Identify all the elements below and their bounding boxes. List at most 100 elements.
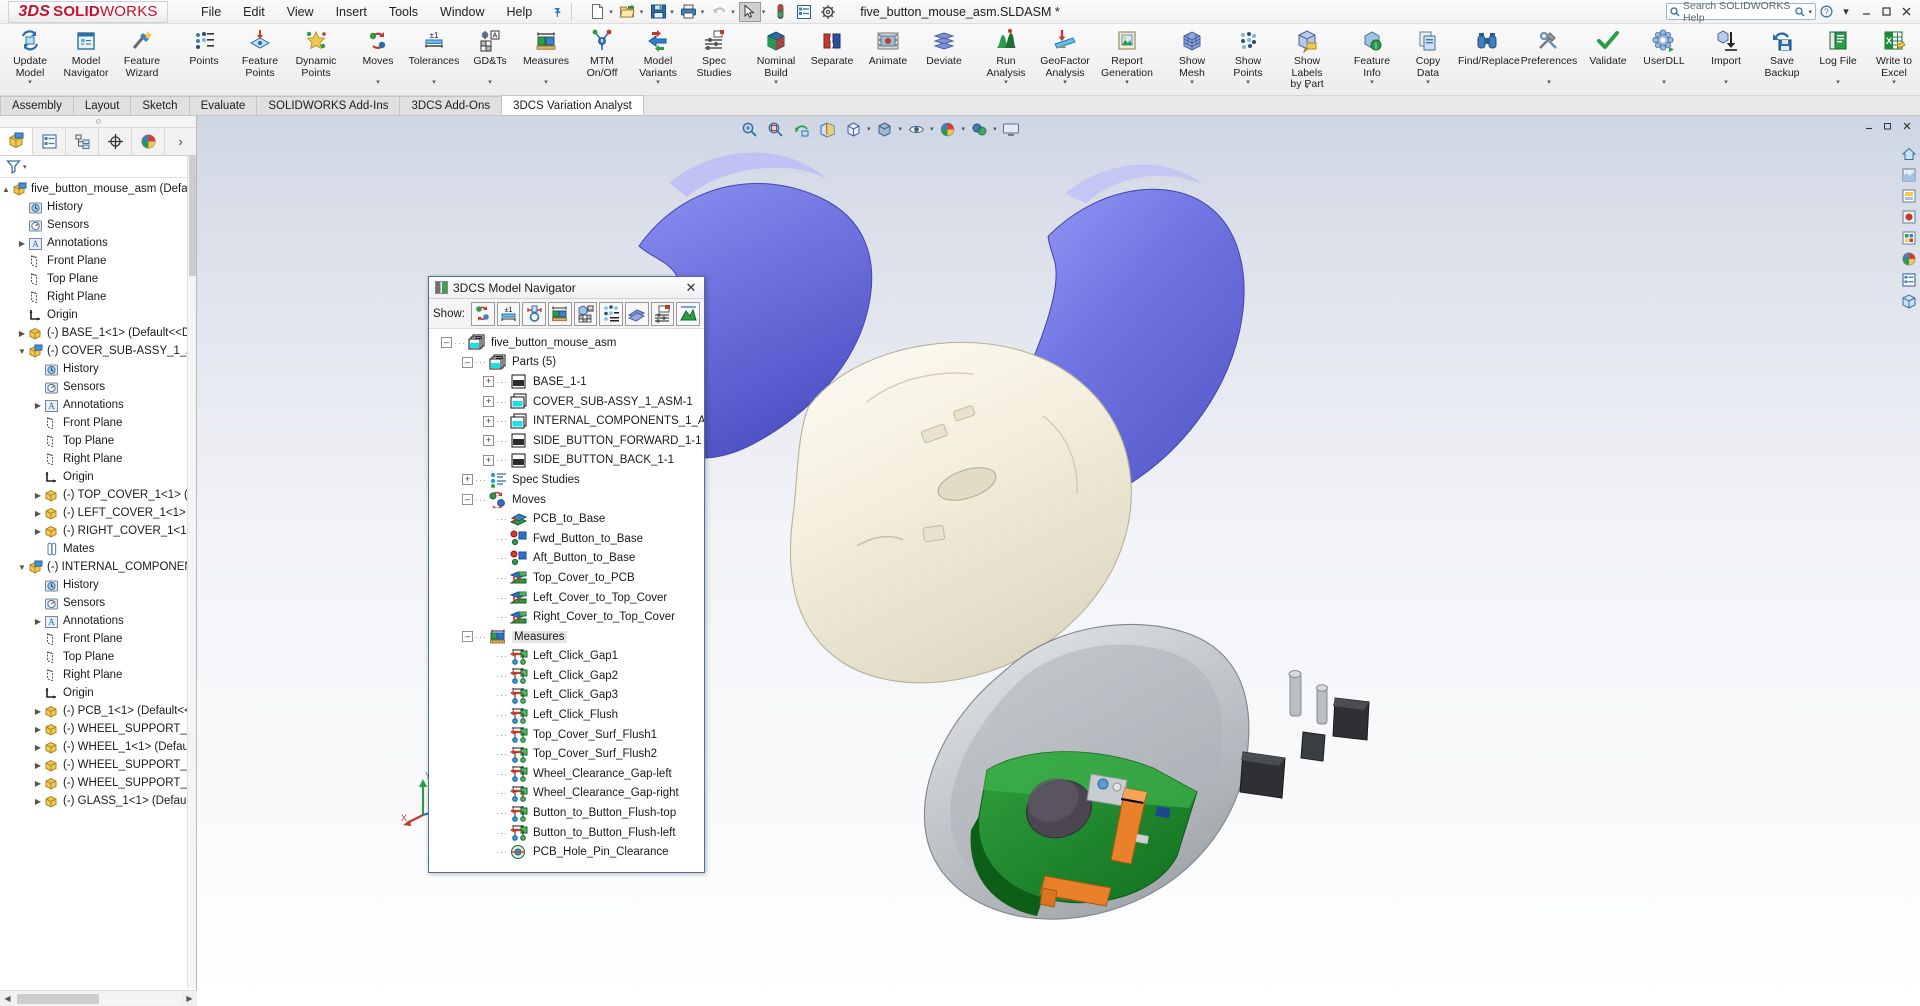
write-to-excel-button[interactable]: X Write to Excel ▾ [1866,24,1920,86]
options-list-button[interactable] [793,2,815,22]
tree-expander-right[interactable]: ▶ [32,761,44,770]
copy-data-button[interactable]: Copy Data ▾ [1400,24,1456,86]
hscroll-thumb[interactable] [17,994,99,1004]
nav-tree-node[interactable]: ···Top_Cover_Surf_Flush2 [429,744,704,764]
tree-expander-right[interactable]: ▶ [32,617,44,626]
feature-tree-filter[interactable]: ▾ [0,156,196,178]
chevron-down-icon[interactable]: ▾ [1836,3,1856,21]
animate-button[interactable]: Animate [860,24,916,86]
scene-caret[interactable]: ▾ [993,125,997,133]
minimize-doc-icon[interactable] [1860,118,1878,134]
help-question-icon[interactable]: ? [1816,3,1836,21]
nav-tree-node[interactable]: +···INTERNAL_COMPONENTS_1_ASM-1 [429,411,704,431]
chevron-down-icon[interactable]: ▾ [1004,78,1008,86]
nav-tree-node[interactable]: –···five_button_mouse_asm [429,333,704,353]
nav-expander-plus[interactable]: + [483,435,494,446]
feature-tree-node[interactable]: ▶(-) TOP_COVER_1<1> (Defau [0,486,196,504]
feature-wizard-button[interactable]: Feature Wizard [114,24,170,86]
update-model-button[interactable]: Update Model ▾ [2,24,58,86]
hscroll-left-arrow[interactable]: ◀ [0,994,15,1003]
nav-expander-minus[interactable]: – [462,631,473,642]
undo-button[interactable] [708,2,730,22]
report-generation-button[interactable]: Report Generation ▾ [1096,24,1158,86]
chevron-down-icon[interactable]: ▾ [1370,78,1374,86]
feature-tree-node[interactable]: Top Plane [0,432,196,450]
menu-view[interactable]: View [276,2,325,22]
log-file-button[interactable]: Log File ▾ [1810,24,1866,86]
chevron-down-icon[interactable]: ▾ [432,78,436,86]
open-document-button[interactable] [617,2,639,22]
show-mesh-button[interactable]: Show Mesh ▾ [1164,24,1220,86]
feature-tree-node[interactable]: ▶AAnnotations [0,612,196,630]
sidebar-item-property-manager[interactable] [33,128,66,155]
chevron-down-icon[interactable]: ▾ [544,78,548,86]
gdt-filter-icon[interactable]: A [574,302,598,326]
sidebar-item-display-manager[interactable] [132,128,165,155]
search-magnifier-icon[interactable] [1795,7,1805,17]
appearance-sphere-icon[interactable] [936,118,960,140]
feature-tree-node[interactable]: ▶AAnnotations [0,234,196,252]
feature-tree-node[interactable]: ▶(-) BASE_1<1> (Default<<Default: [0,324,196,342]
import-button[interactable]: Import ▾ [1698,24,1754,86]
open-document-caret[interactable]: ▾ [640,8,644,16]
feature-tree-hscrollbar[interactable]: ◀ ▶ [0,990,197,1006]
measures-filter-icon[interactable] [548,302,572,326]
points-filter-icon[interactable] [522,302,546,326]
view-panel-icon[interactable] [1899,291,1919,310]
nav-expander-plus[interactable]: + [483,376,494,387]
chevron-down-icon[interactable]: ▾ [656,78,660,86]
feature-tree-node[interactable]: Front Plane [0,414,196,432]
select-tool-button[interactable] [739,2,761,22]
nav-expander-plus[interactable]: + [483,396,494,407]
feature-tree-node[interactable]: ▶(-) PCB_1<1> (Default<<Defa [0,702,196,720]
hscroll-track[interactable] [15,993,182,1005]
close-icon[interactable]: ✕ [682,280,700,296]
feature-tree-node[interactable]: ▼(-) INTERNAL_COMPONENTS_1_A [0,558,196,576]
tab-3dcs-variation-analyst[interactable]: 3DCS Variation Analyst [501,95,644,115]
nav-tree-node[interactable]: ···Left_Click_Gap2 [429,666,704,686]
feature-tree-node[interactable]: ▼(-) COVER_SUB-ASSY_1_ASM<1> [0,342,196,360]
nav-tree-node[interactable]: ···Top_Cover_to_PCB [429,568,704,588]
tab-evaluate[interactable]: Evaluate [189,96,258,115]
search-help-box[interactable]: Search SOLIDWORKS Help ▾ [1666,3,1816,20]
chevron-down-icon[interactable]: ▾ [1724,78,1728,86]
feature-tree-node[interactable]: Front Plane [0,252,196,270]
sidebar-item-feature-manager[interactable] [0,128,33,155]
measures-button[interactable]: Measures ▾ [518,24,574,86]
sidebar-item-dimxpert[interactable] [99,128,132,155]
feature-tree-node[interactable]: ▶(-) GLASS_1<1> (Default<<D [0,792,196,810]
dialog-title-bar[interactable]: 3DCS Model Navigator ✕ [429,277,704,299]
feature-tree[interactable]: ▲five_button_mouse_asm (Default<DisHisto… [0,178,196,1006]
tree-expander-down[interactable]: ▼ [16,347,28,356]
menu-file[interactable]: File [190,2,232,22]
search-dropdown-icon[interactable]: ▾ [1808,8,1812,16]
preferences-button[interactable]: Preferences ▾ [1518,24,1580,86]
nav-tree-node[interactable]: –···Parts (5) [429,353,704,373]
chevron-down-icon[interactable]: ▾ [1246,78,1250,86]
feature-tree-node[interactable]: Front Plane [0,630,196,648]
nav-expander-minus[interactable]: – [441,337,452,348]
appearance-caret[interactable]: ▾ [962,125,966,133]
display-panel-icon[interactable] [1899,270,1919,289]
chevron-down-icon[interactable]: ▾ [1426,78,1430,86]
nav-tree-node[interactable]: ···Wheel_Clearance_Gap-right [429,784,704,804]
nav-tree-node[interactable]: ···Left_Click_Gap1 [429,647,704,667]
points-button[interactable]: Points [176,24,232,86]
tree-expander-right[interactable]: ▶ [32,491,44,500]
nav-tree-node[interactable]: ···Aft_Button_to_Base [429,549,704,569]
feature-tree-node[interactable]: Right Plane [0,666,196,684]
feature-tree-node[interactable]: Right Plane [0,450,196,468]
userdll-button[interactable]: UserDLL ▾ [1636,24,1692,86]
tolerances-button[interactable]: ±1 Tolerances ▾ [406,24,462,86]
gdts-button[interactable]: A GD&Ts ▾ [462,24,518,86]
graphics-viewport[interactable]: ▾ ▾ ▾ ▾ ▾ [197,116,1920,1006]
view-home-icon[interactable] [1899,144,1919,163]
geofactor-analysis-button[interactable]: GeoFactor Analysis ▾ [1034,24,1096,86]
dynamic-points-button[interactable]: Dynamic Points [288,24,344,86]
mtm-on-off-button[interactable]: MTM On/Off [574,24,630,86]
feature-tree-node[interactable]: ▶(-) LEFT_COVER_1<1> (Defau [0,504,196,522]
tree-expander-collapsed-up[interactable]: ▲ [0,185,12,194]
minimize-icon[interactable] [1856,3,1876,21]
spec-studies-button[interactable]: Spec Studies [686,24,742,86]
feature-info-button[interactable]: i Feature Info ▾ [1344,24,1400,86]
